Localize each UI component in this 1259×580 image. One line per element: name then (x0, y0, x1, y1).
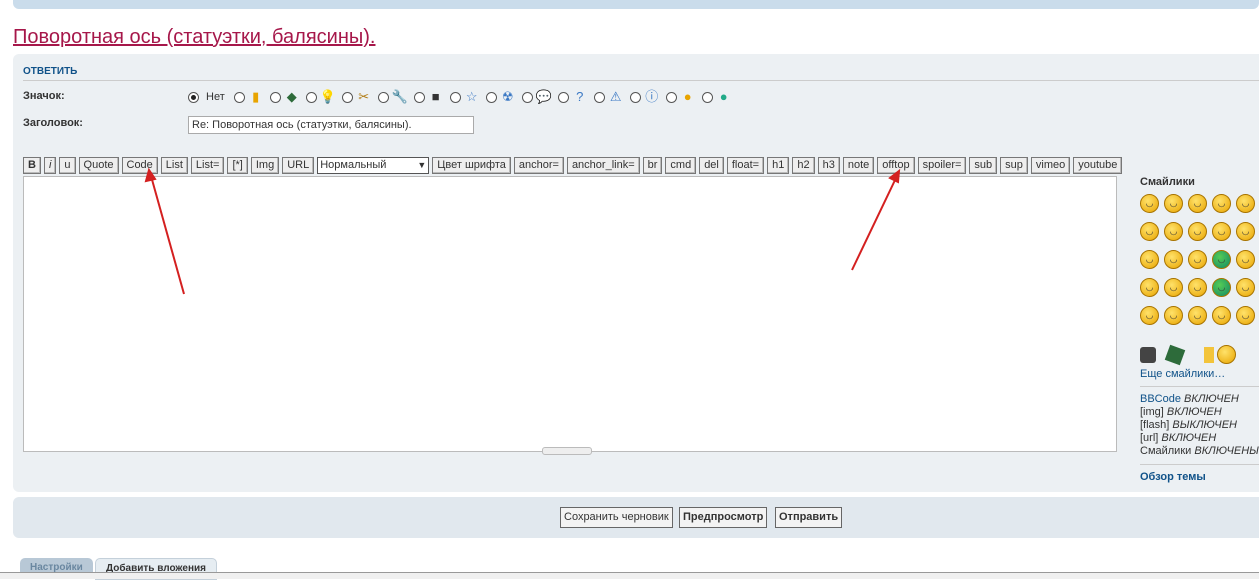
arrow-to-spoiler (851, 177, 897, 271)
annotation-arrows (144, 167, 901, 295)
submit-panel: Сохранить черновик Предпросмотр Отправит… (13, 497, 1259, 538)
submit-button[interactable]: Отправить (775, 507, 843, 528)
arrow-to-code (150, 175, 185, 295)
save-draft-button[interactable]: Сохранить черновик (560, 507, 673, 528)
preview-button[interactable]: Предпросмотр (679, 507, 768, 528)
arrow-head (888, 168, 901, 184)
arrow-head (144, 167, 157, 183)
